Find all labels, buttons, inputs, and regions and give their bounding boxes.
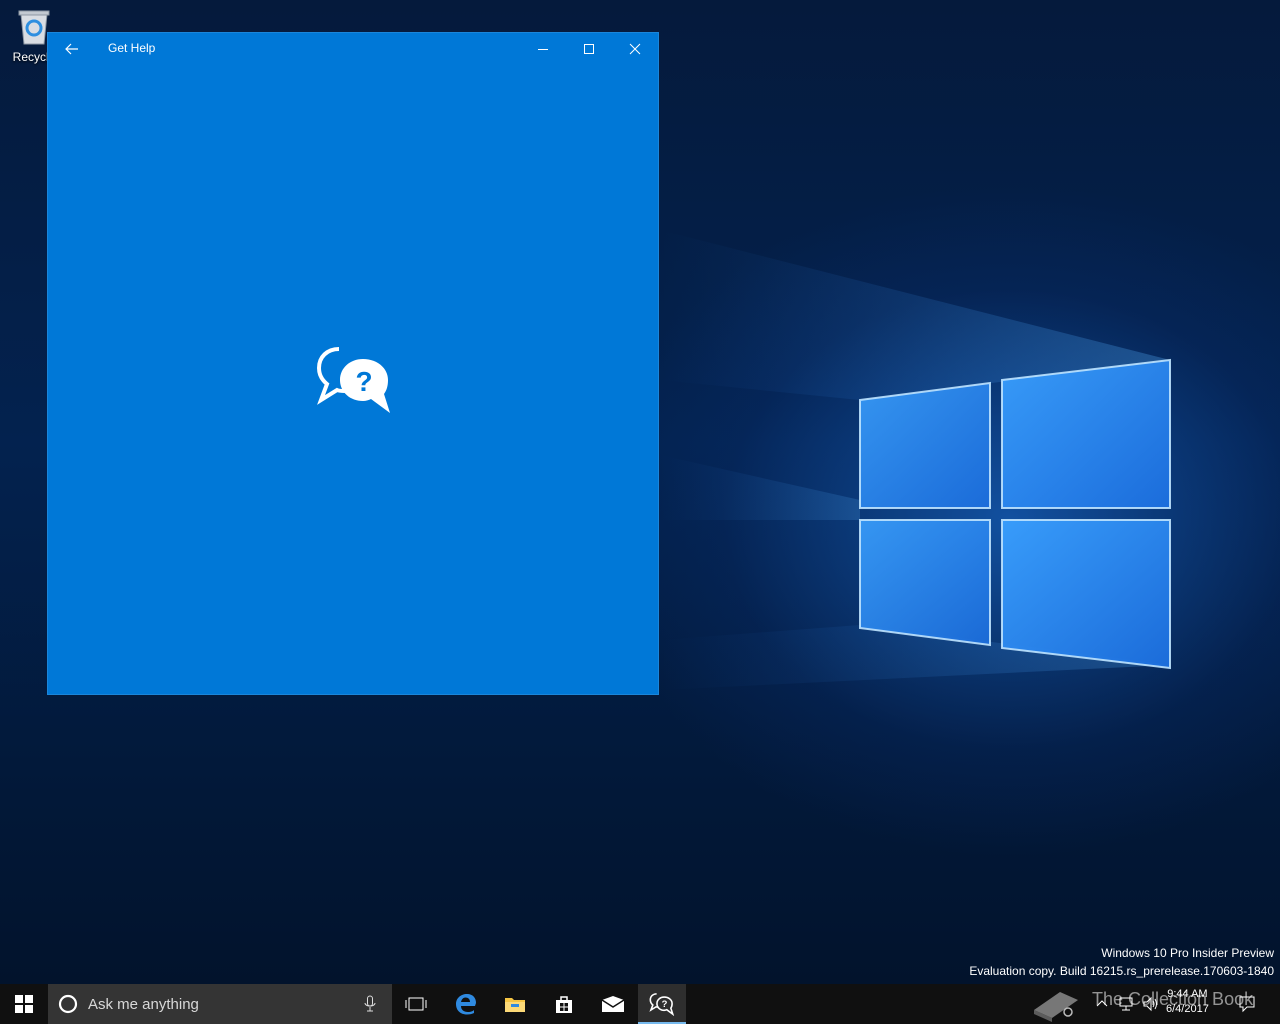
mail-button[interactable]: [589, 984, 637, 1024]
close-button[interactable]: [612, 33, 658, 65]
microphone-icon[interactable]: [364, 995, 376, 1013]
mail-icon: [601, 996, 625, 1012]
window-titlebar[interactable]: Get Help: [48, 33, 658, 65]
get-help-chat-icon: ?: [316, 343, 395, 419]
minimize-button[interactable]: [520, 33, 566, 65]
svg-text:?: ?: [662, 999, 668, 1010]
cortana-icon: [58, 994, 78, 1014]
start-button[interactable]: [0, 984, 48, 1024]
get-help-taskbar-button[interactable]: ?: [638, 984, 686, 1024]
minimize-icon: [538, 49, 548, 50]
search-box[interactable]: Ask me anything: [48, 984, 392, 1024]
file-explorer-icon: [505, 998, 525, 1012]
clock-time: 9:44 AM: [1167, 988, 1208, 1000]
recycle-bin-icon: [17, 6, 51, 46]
window-title: Get Help: [108, 41, 156, 55]
windows-start-icon: [15, 995, 33, 1013]
maximize-button[interactable]: [566, 33, 612, 65]
back-arrow-icon[interactable]: [60, 39, 84, 59]
action-center-icon[interactable]: [1238, 995, 1256, 1013]
search-placeholder: Ask me anything: [88, 996, 199, 1013]
task-view-button[interactable]: [392, 984, 440, 1024]
maximize-icon: [584, 44, 594, 54]
clock[interactable]: 9:44 AM 6/4/2017: [1166, 987, 1209, 1017]
get-help-window: Get Help ?: [47, 32, 659, 695]
show-hidden-icons-icon[interactable]: [1096, 998, 1108, 1008]
file-explorer-button[interactable]: [491, 984, 539, 1024]
taskbar: Ask me anything ? The Collection Book 9:…: [0, 984, 1280, 1024]
watermark-line-1: Windows 10 Pro Insider Preview: [1101, 946, 1274, 960]
store-button[interactable]: [540, 984, 588, 1024]
clock-date: 6/4/2017: [1166, 1003, 1209, 1015]
watermark-line-2: Evaluation copy. Build 16215.rs_prerelea…: [969, 964, 1274, 978]
task-view-icon: [405, 997, 427, 1011]
build-watermark: Windows 10 Pro Insider Preview Evaluatio…: [969, 944, 1274, 980]
store-icon: [556, 996, 572, 1013]
get-help-icon: ?: [649, 993, 675, 1016]
edge-button[interactable]: [442, 984, 490, 1024]
book-watermark-icon: [1034, 992, 1078, 1022]
close-icon: [629, 43, 641, 55]
svg-text:?: ?: [355, 366, 372, 397]
network-icon[interactable]: [1118, 996, 1136, 1012]
edge-icon: [456, 994, 476, 1015]
volume-icon[interactable]: [1142, 996, 1160, 1012]
